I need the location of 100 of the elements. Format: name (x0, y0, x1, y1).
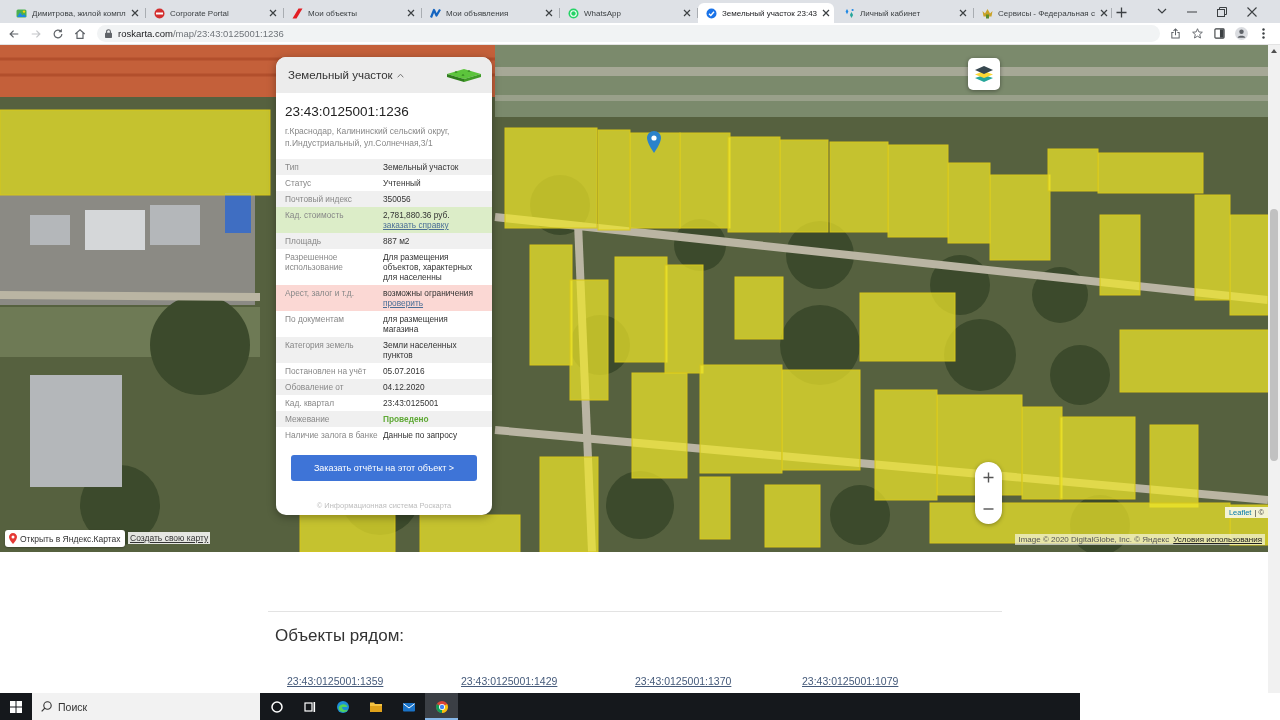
browser-tab[interactable]: Земельный участок 23:43 (698, 3, 834, 23)
field-label: Наличие залога в банке (285, 430, 379, 440)
field-value: Земельный участок (383, 162, 460, 172)
browser-tab[interactable]: Личный кабинет (836, 3, 972, 23)
close-icon[interactable] (959, 9, 967, 17)
building (225, 193, 251, 233)
close-icon[interactable] (1247, 6, 1257, 17)
close-icon[interactable] (822, 9, 831, 17)
building (85, 210, 145, 250)
minus-icon (983, 507, 994, 510)
field-label: Кад. стоимость (285, 210, 345, 222)
location-pin-icon[interactable] (647, 131, 661, 153)
menu-icon[interactable] (1261, 28, 1265, 39)
field-value: 05.07.2016 (383, 366, 426, 376)
field-value: Для размещения объектов, характерных для населенны (383, 252, 474, 282)
row-link[interactable]: заказать справку (383, 220, 449, 230)
browser-tab[interactable]: Мои объявления (422, 3, 558, 23)
field-label: Постановлен на учёт (285, 366, 368, 376)
field-value: 23:43:0125001 (383, 398, 440, 408)
parcel-link[interactable]: 23:43:0125001:1359 (287, 675, 384, 687)
restore-icon[interactable] (1217, 6, 1227, 17)
imagery-credit: Image © 2020 DigitalGlobe, Inc. © Яндекс (1018, 535, 1170, 544)
plus-icon[interactable] (1116, 7, 1127, 18)
picture-icon (16, 7, 27, 19)
field-label: Обоваление от (285, 382, 345, 392)
close-icon[interactable] (131, 9, 139, 17)
circle-icon (269, 699, 284, 714)
browser-tab[interactable]: Мои объекты (284, 3, 420, 23)
slash-icon (292, 7, 303, 19)
home-icon[interactable] (74, 27, 86, 40)
field-label: По документам (285, 314, 346, 326)
field-value: 2,781,880.36 руб. (383, 210, 451, 220)
field-label: Статус (285, 178, 313, 188)
parcel-address: г.Краснодар, Калининский сельский округ, п.Индустриальный, ул.Солнечная,3/1 (285, 125, 451, 149)
arrow-left-icon[interactable] (8, 27, 20, 40)
map-pin-icon (9, 533, 17, 544)
caret-up-icon[interactable] (1271, 49, 1277, 53)
sparkle-icon (844, 7, 855, 19)
tree-canopy (606, 471, 674, 539)
task-view-icon (302, 699, 317, 714)
star-icon[interactable] (1191, 28, 1203, 39)
nearby-title: Объекты рядом: (275, 626, 405, 646)
field-value: возможны ограничения (383, 288, 474, 298)
minimize-icon[interactable] (1187, 10, 1197, 13)
scrollbar-track[interactable] (1268, 45, 1280, 693)
windows-logo-icon[interactable] (10, 700, 22, 713)
terms-link[interactable]: Условия использования (1173, 535, 1262, 544)
field-label: Межевание (285, 414, 331, 424)
close-icon[interactable] (683, 9, 691, 17)
layers-icon (974, 64, 994, 84)
field-label: Почтовый индекс (285, 194, 353, 204)
chevron-down-icon[interactable] (1157, 8, 1167, 15)
field-value: Данные по запросу (383, 430, 459, 440)
scrollbar-thumb[interactable] (1270, 209, 1278, 461)
close-icon[interactable] (407, 9, 415, 17)
field-label: Кад. квартал (285, 398, 336, 408)
minus-circle-icon (154, 7, 165, 19)
field-label: Категория земель (285, 340, 355, 352)
browser-tab[interactable]: Corporate Portal (146, 3, 282, 23)
close-icon[interactable] (1099, 9, 1108, 17)
share-icon[interactable] (1169, 28, 1181, 39)
open-in-yandex-button[interactable]: Открыть в Яндекс.Картах (5, 530, 125, 547)
building (150, 205, 200, 245)
search-field[interactable]: Поиск (32, 693, 260, 720)
tree-canopy (1032, 267, 1088, 323)
close-icon[interactable] (545, 9, 553, 17)
reload-icon[interactable] (52, 27, 64, 40)
side-panel-icon[interactable] (1213, 28, 1225, 39)
tree-canopy (944, 319, 1016, 391)
address-field[interactable]: roskarta.com/map/23:43:0125001:1236 (97, 25, 1160, 42)
parcel-link[interactable]: 23:43:0125001:1370 (635, 675, 732, 687)
tree-canopy (830, 485, 890, 545)
close-icon[interactable] (269, 9, 277, 17)
field-value: 350056 (383, 194, 412, 204)
field-label: Арест, залог и т.д. (285, 288, 355, 300)
field-label: Разрешенное использование (285, 252, 344, 274)
browser-tab[interactable]: WhatsApp (560, 3, 696, 23)
field-value: Учтенный (383, 178, 422, 188)
create-map-link[interactable]: Создать свою карту (128, 532, 211, 544)
ring-icon (568, 7, 579, 19)
panel-toggle[interactable]: Земельный участок (288, 69, 404, 81)
zigzag-icon (430, 7, 441, 19)
row-link[interactable]: проверить (383, 298, 424, 308)
field-label: Тип (285, 162, 300, 172)
parcel-link[interactable]: 23:43:0125001:1079 (802, 675, 899, 687)
parcel-link[interactable]: 23:43:0125001:1429 (461, 675, 558, 687)
layers-button[interactable] (968, 58, 1000, 90)
taskbar-button[interactable] (425, 693, 458, 720)
order-reports-button[interactable]: Заказать отчёты на этот объект > (291, 455, 477, 481)
browser-tab[interactable]: Димитрова, жилой компл (8, 3, 144, 23)
plus-icon (983, 472, 994, 483)
pinwheel-icon (434, 699, 449, 714)
building (30, 215, 70, 245)
browser-tab[interactable]: Сервисы - Федеральная с (974, 3, 1110, 23)
cadastral-number: 23:43:0125001:1236 (285, 104, 410, 120)
field-value: Проведено (383, 414, 430, 424)
profile-icon[interactable] (1234, 27, 1248, 40)
search-icon (41, 701, 52, 712)
tree-canopy (1050, 345, 1110, 405)
lock-icon (105, 29, 112, 38)
